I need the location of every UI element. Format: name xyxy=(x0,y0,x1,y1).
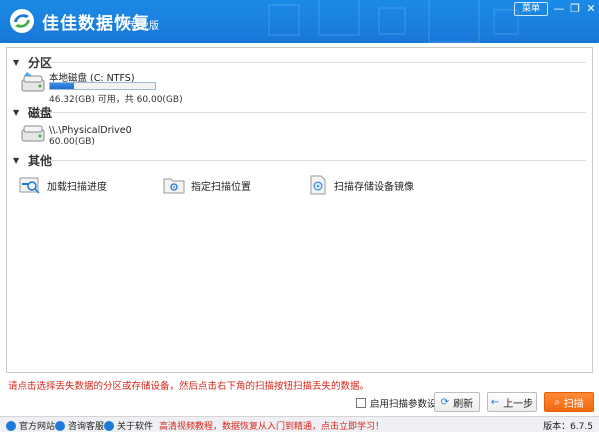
section-divider xyxy=(49,62,586,63)
scan-button[interactable]: ⌕ 扫描 xyxy=(544,392,594,412)
refresh-icon: ⟳ xyxy=(440,396,450,408)
scan-label: 扫描 xyxy=(563,398,584,410)
section-divider xyxy=(49,112,586,113)
specify-scan-location-label: 指定扫描位置 xyxy=(191,181,251,193)
advanced-settings-option[interactable]: 启用扫描参数设置 xyxy=(356,396,446,410)
menu-button[interactable]: 菜单 xyxy=(514,2,548,16)
section-other[interactable]: ▼ 其他 xyxy=(13,152,52,169)
partition-drive-item[interactable]: 本地磁盘 (C: NTFS) 46.32(GB) 可用，共 60.00(GB) xyxy=(17,68,183,105)
collapse-caret-icon[interactable]: ▼ xyxy=(13,108,23,117)
restore-button[interactable]: ❐ xyxy=(568,2,582,16)
load-scan-progress-item[interactable]: 加载扫描进度 xyxy=(19,175,107,195)
section-disk[interactable]: ▼ 磁盘 xyxy=(13,104,52,121)
customer-service-label: 咨询客服 xyxy=(68,422,105,432)
official-website-label: 官方网站 xyxy=(19,422,56,432)
partition-usage-text: 46.32(GB) 可用，共 60.00(GB) xyxy=(49,95,183,105)
disk-image-icon xyxy=(310,175,326,195)
title-bar-pattern xyxy=(268,0,519,43)
close-button[interactable]: ✕ xyxy=(584,2,598,16)
load-progress-icon xyxy=(19,177,40,194)
home-icon xyxy=(6,420,16,431)
load-scan-progress-label: 加载扫描进度 xyxy=(47,181,107,193)
app-edition: 专业版 xyxy=(129,21,159,32)
version-label: 版本：6.7.5 xyxy=(543,422,593,432)
app-logo-icon xyxy=(10,9,34,33)
section-divider xyxy=(49,160,586,161)
refresh-button[interactable]: ⟳ 刷新 xyxy=(434,392,480,412)
collapse-caret-icon[interactable]: ▼ xyxy=(13,156,23,165)
official-website-link[interactable]: 官方网站 xyxy=(6,419,55,432)
physical-drive-item[interactable]: \\.\PhysicalDrive0 60.00(GB) xyxy=(17,120,167,150)
device-panel: ▼ 分区 本地磁盘 (C: NTFS) 46.32(GB) 可用，共 60.00… xyxy=(6,47,593,373)
partition-usage-bar xyxy=(49,82,156,90)
promo-link[interactable]: 高清视频教程，数据恢复从入门到精通，点击立即学习！ xyxy=(159,419,384,432)
title-bar: 佳佳数据恢复 专业版 菜单 — ❐ ✕ xyxy=(0,0,599,43)
status-bar: 官方网站 咨询客服 关于软件 高清视频教程，数据恢复从入门到精通，点击立即学习！… xyxy=(0,416,599,432)
minimize-button[interactable]: — xyxy=(552,2,566,16)
info-icon xyxy=(104,420,114,431)
back-icon: ← xyxy=(490,396,500,408)
chat-icon xyxy=(55,420,65,431)
advanced-settings-checkbox[interactable] xyxy=(356,398,366,408)
hard-disk-icon xyxy=(21,72,45,92)
scan-location-icon xyxy=(163,178,185,194)
specify-scan-location-item[interactable]: 指定扫描位置 xyxy=(163,175,251,195)
customer-service-link[interactable]: 咨询客服 xyxy=(55,419,104,432)
instruction-hint: 请点击选择丢失数据的分区或存储设备，然后点击右下角的扫描按钮扫描丢失的数据。 xyxy=(8,381,370,392)
collapse-caret-icon[interactable]: ▼ xyxy=(13,58,23,67)
refresh-label: 刷新 xyxy=(453,398,474,410)
scan-device-image-item[interactable]: 扫描存储设备镜像 xyxy=(308,175,414,195)
about-software-label: 关于软件 xyxy=(117,422,154,432)
physical-drive-name: \\.\PhysicalDrive0 xyxy=(49,125,132,136)
scan-device-image-label: 扫描存储设备镜像 xyxy=(334,181,414,193)
scan-search-icon: ⌕ xyxy=(554,396,560,408)
physical-drive-size: 60.00(GB) xyxy=(49,137,95,147)
back-label: 上一步 xyxy=(503,398,534,410)
back-button[interactable]: ← 上一步 xyxy=(487,392,537,412)
about-software-link[interactable]: 关于软件 xyxy=(104,419,153,432)
partition-usage-fill xyxy=(50,83,75,89)
hard-disk-icon xyxy=(21,125,45,142)
